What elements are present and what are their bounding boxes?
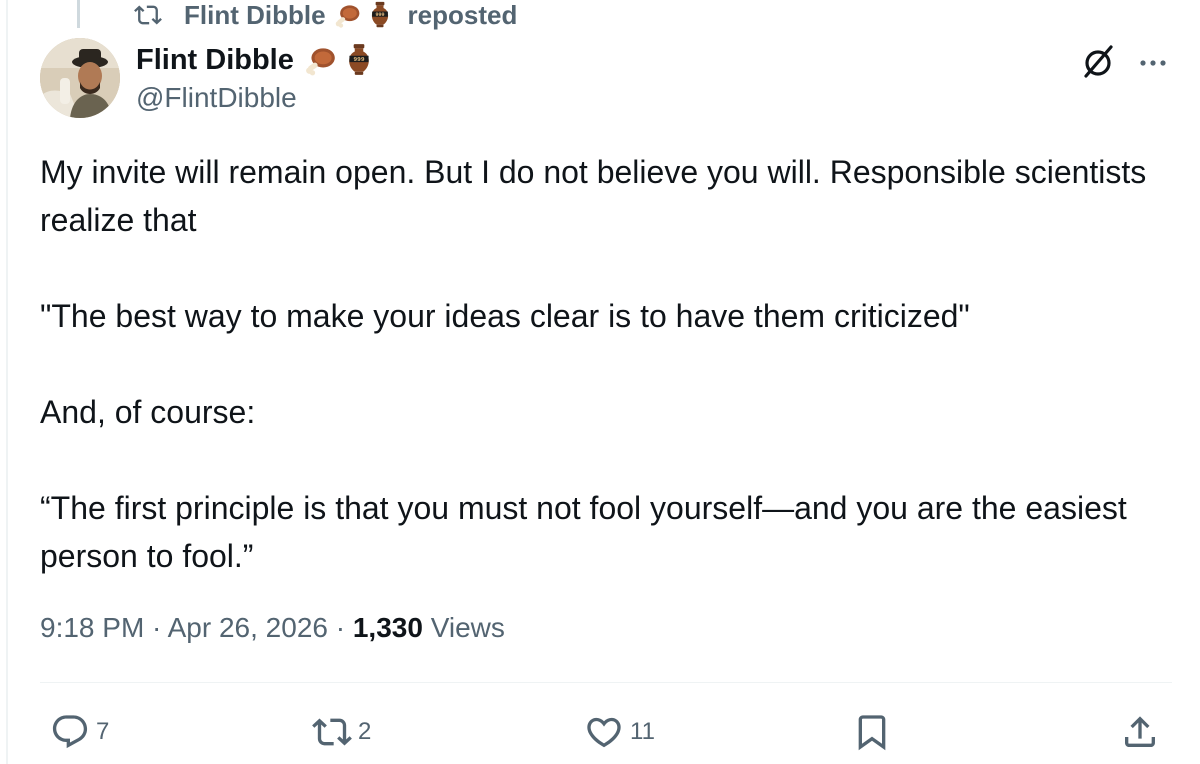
thread-connector-line	[77, 0, 80, 28]
avatar[interactable]	[40, 38, 120, 118]
author-handle[interactable]: @FlintDibble	[136, 82, 297, 114]
tweet-paragraph: My invite will remain open. But I do not…	[40, 154, 1147, 238]
amphora-emoji-icon: 999	[349, 44, 369, 75]
meat-emoji-icon	[335, 5, 359, 28]
tweet-paragraph: And, of course:	[40, 394, 256, 430]
repost-author-name[interactable]: Flint Dibble	[184, 0, 326, 31]
meta-separator: ·	[144, 612, 168, 643]
share-icon	[1125, 716, 1155, 747]
views-label[interactable]: Views	[423, 612, 505, 643]
tweet-paragraph: “The first principle is that you must no…	[40, 490, 1127, 574]
repost-icon	[134, 5, 162, 25]
more-icon[interactable]	[1136, 46, 1170, 80]
tweet-paragraph: "The best way to make your ideas clear i…	[40, 298, 970, 334]
author-display-name[interactable]: Flint Dibble	[136, 44, 294, 77]
author-name-row[interactable]: Flint Dibble 999	[136, 40, 380, 80]
share-button[interactable]	[1120, 710, 1160, 754]
repost-header: Flint Dibble 999 reposted	[134, 0, 517, 30]
reply-count: 7	[96, 718, 110, 745]
avatar-photo	[40, 38, 120, 118]
repost-count: 2	[358, 718, 372, 745]
like-button[interactable]: 11	[584, 710, 655, 754]
repost-button[interactable]: 2	[312, 710, 371, 754]
tweet-time[interactable]: 9:18 PM	[40, 612, 144, 643]
bookmark-icon	[858, 715, 886, 751]
tweet-date[interactable]: Apr 26, 2026	[168, 612, 328, 643]
amphora-emoji-icon: 999	[371, 1, 388, 28]
meat-emoji-icon	[306, 48, 335, 76]
bookmark-button[interactable]	[852, 710, 892, 754]
divider	[40, 682, 1172, 683]
heart-icon	[587, 717, 621, 748]
svg-text:999: 999	[353, 57, 364, 63]
meta-separator: ·	[327, 612, 353, 643]
svg-text:999: 999	[375, 12, 384, 18]
reply-icon	[52, 715, 88, 749]
tweet-text: My invite will remain open. But I do not…	[40, 148, 1160, 580]
views-count[interactable]: 1,330	[353, 612, 423, 643]
left-border	[6, 0, 8, 764]
tweet-meta: 9:18 PM · Apr 26, 2026 · 1,330 Views	[40, 612, 505, 644]
like-count: 11	[630, 718, 655, 745]
repost-label: reposted	[407, 0, 518, 30]
repost-icon	[312, 718, 352, 746]
grok-icon[interactable]	[1078, 42, 1118, 82]
reply-button[interactable]: 7	[50, 710, 109, 754]
